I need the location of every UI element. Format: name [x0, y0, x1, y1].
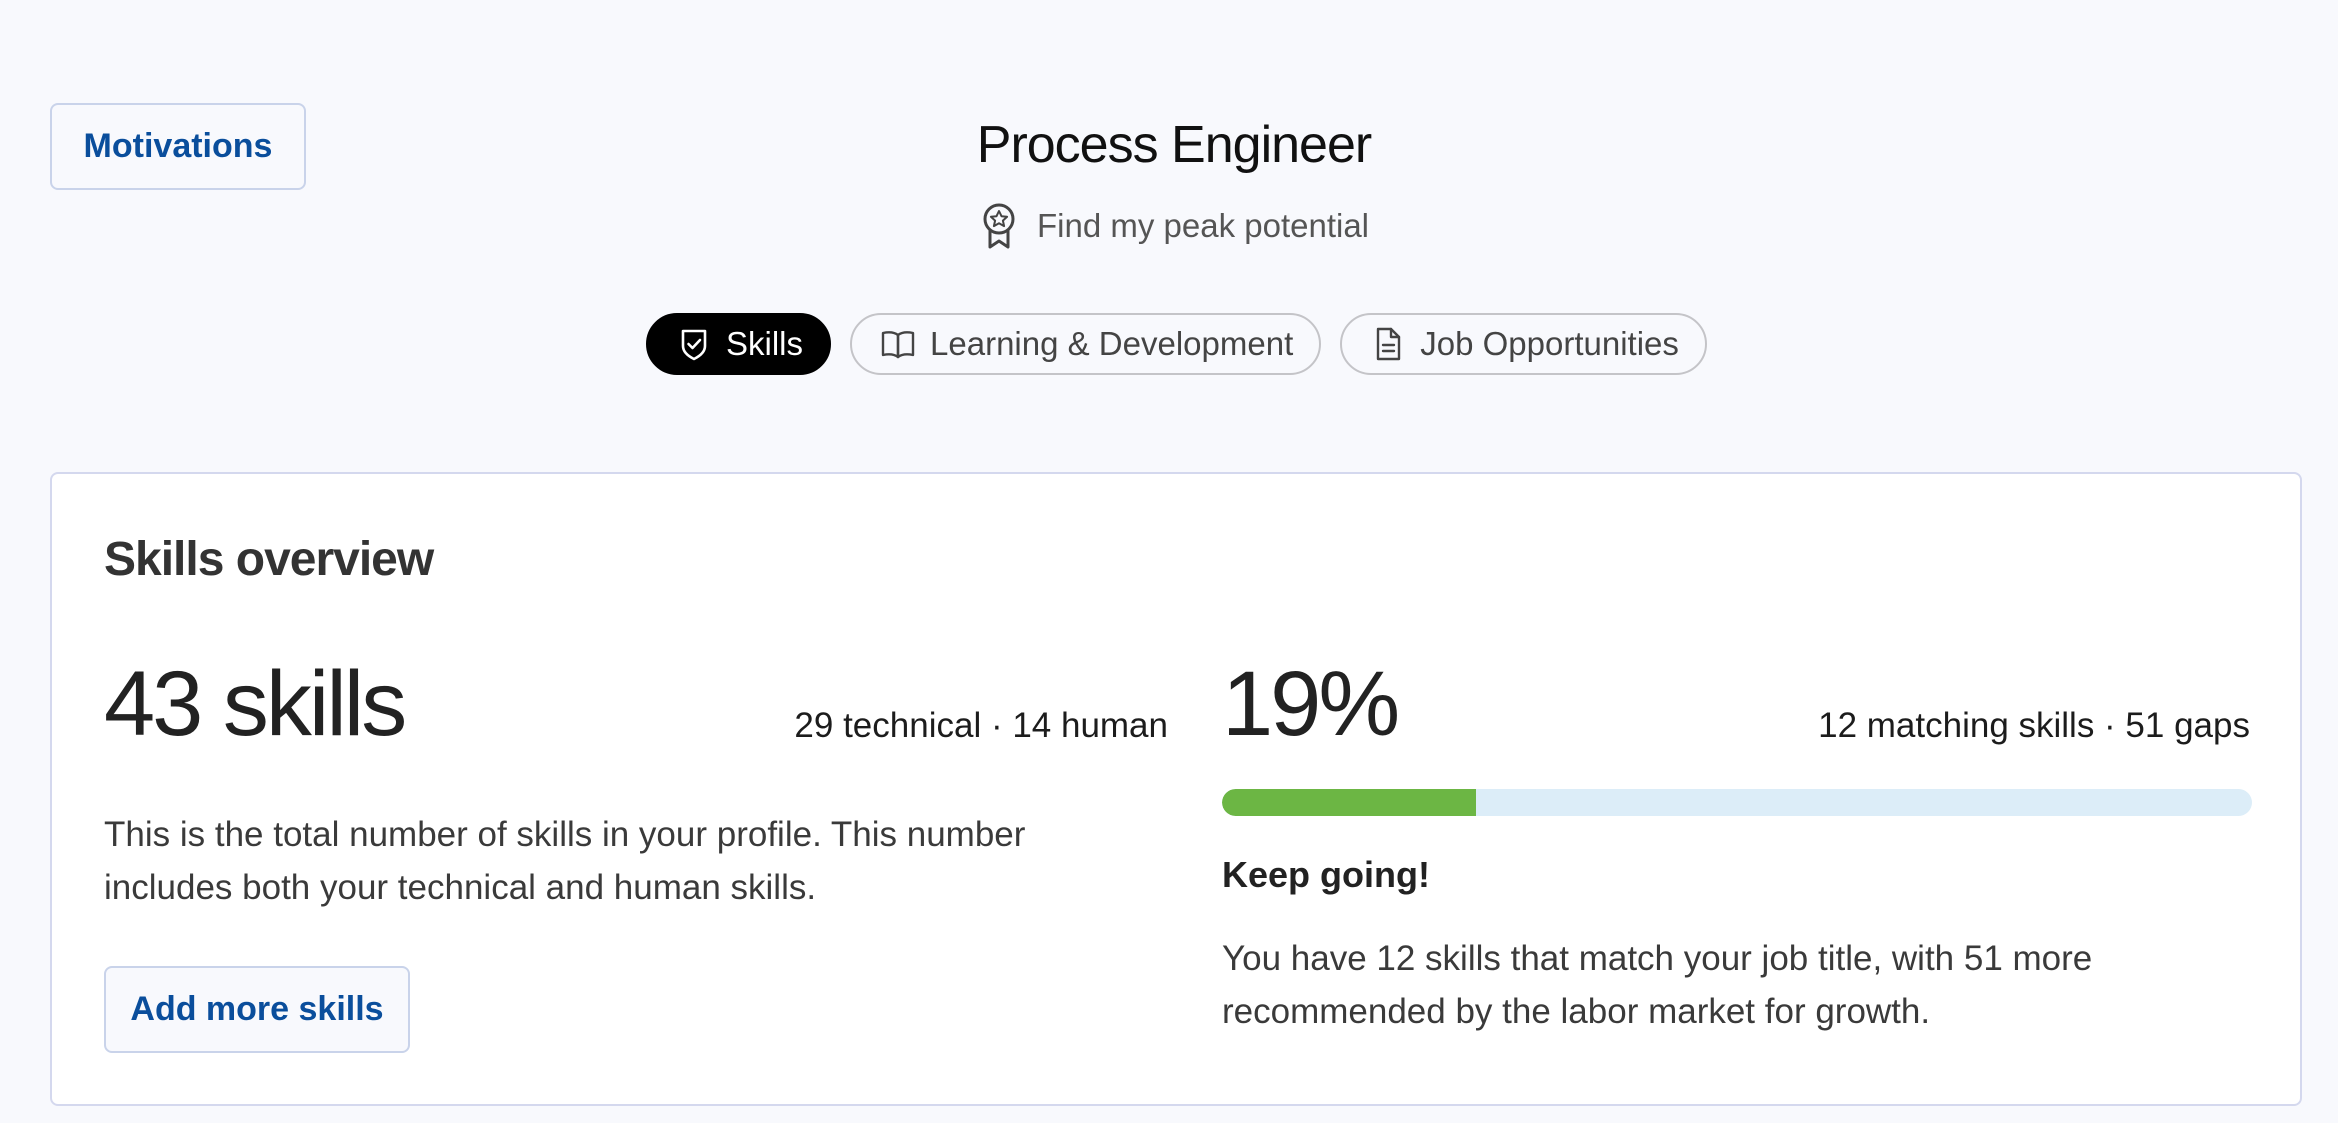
tab-label: Job Opportunities: [1420, 325, 1679, 362]
tab-label: Learning & Development: [930, 325, 1294, 362]
page-title: Process Engineer: [976, 116, 1372, 174]
match-progress-fill: [1222, 789, 1477, 816]
skills-breakdown: 29 technical · 14 human: [794, 706, 1168, 745]
tab-job-opportunities[interactable]: Job Opportunities: [1340, 313, 1707, 375]
add-more-skills-button[interactable]: Add more skills: [104, 966, 410, 1053]
match-description: You have 12 skills that match your job t…: [1222, 939, 2093, 1031]
tab-label: Skills: [726, 325, 804, 362]
shield-check-icon: [681, 329, 707, 361]
card-title: Skills overview: [104, 533, 434, 586]
encouragement-heading: Keep going!: [1222, 854, 1430, 895]
match-summary: 12 matching skills · 51 gaps: [1818, 706, 2250, 745]
total-skills-description: This is the total number of skills in yo…: [104, 815, 1026, 907]
goal: Find my peak potential: [979, 202, 1369, 250]
tab-learning-development[interactable]: Learning & Development: [850, 313, 1322, 375]
match-progress-bar: [1222, 789, 2252, 816]
total-skills-count: 43 skills: [104, 653, 407, 755]
match-percentage: 19%: [1222, 653, 1400, 755]
page: Motivations Process Engineer Find my pea…: [0, 0, 2338, 1123]
award-badge-icon: [983, 203, 1015, 249]
goal-text: Find my peak potential: [1036, 207, 1369, 244]
skills-overview-card: Skills overview 43 skills 29 technical ·…: [50, 472, 2302, 1106]
header: Process Engineer Find my peak potential: [0, 110, 2338, 255]
tab-skills[interactable]: Skills: [646, 313, 832, 375]
tab-bar: Skills Learning & Development Job Opport…: [646, 313, 1707, 375]
book-open-icon: [881, 331, 915, 359]
document-icon: [1377, 327, 1401, 361]
